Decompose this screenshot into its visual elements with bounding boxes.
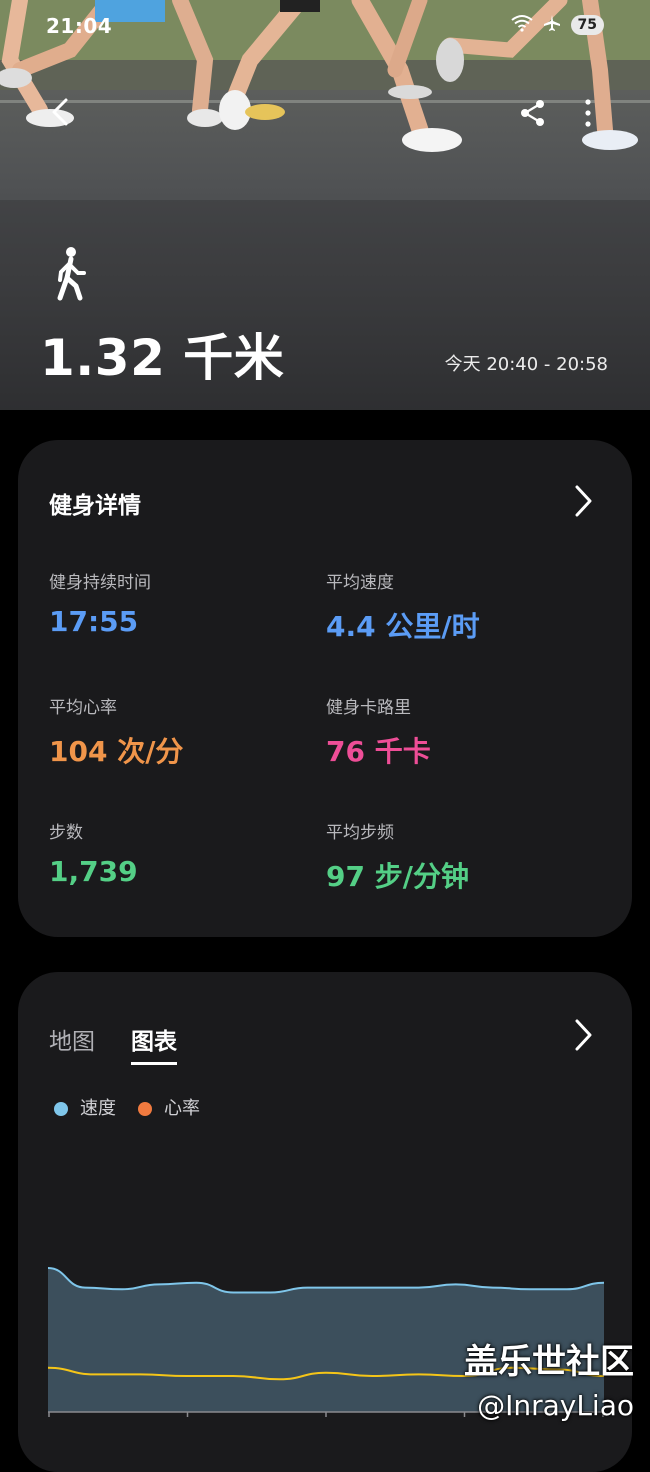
metric-label: 平均心率	[49, 698, 117, 718]
legend-item-heart-rate: 心率	[138, 1094, 200, 1120]
watermark: 盖乐世社区 @InrayLiao	[464, 1334, 634, 1422]
chevron-right-icon	[575, 485, 592, 517]
metric-label: 平均步频	[326, 823, 394, 843]
chevron-right-icon	[575, 1019, 592, 1051]
tab-chart[interactable]: 图表	[131, 1022, 177, 1065]
workout-hero-image: 21:04 75 1.32 千米 今天 20:40 - 20:58	[0, 0, 650, 410]
share-button[interactable]	[518, 98, 548, 128]
legend-label: 心率	[164, 1098, 200, 1119]
metric-label: 平均速度	[326, 573, 394, 593]
status-icons: 75	[510, 14, 604, 36]
metric-value: 17:55	[49, 605, 139, 638]
metric-value: 1,739	[49, 855, 138, 888]
metric-value: 4.4 公里/时	[326, 610, 480, 643]
battery-indicator: 75	[570, 15, 604, 35]
back-button[interactable]	[46, 96, 78, 128]
airplane-mode-icon	[543, 14, 561, 36]
watermark-line1: 盖乐世社区	[464, 1342, 634, 1382]
details-open-button[interactable]	[572, 484, 594, 518]
metric-value: 104 次/分	[49, 735, 184, 768]
back-arrow-icon	[52, 98, 68, 126]
metric-value: 97 步/分钟	[326, 860, 469, 893]
watermark-line2: @InrayLiao	[477, 1389, 634, 1422]
metric-avg-heart-rate: 平均心率 104 次/分	[49, 693, 183, 770]
view-tabs: 地图 图表	[49, 1022, 177, 1065]
metric-avg-speed: 平均速度 4.4 公里/时	[326, 568, 480, 645]
workout-details-card[interactable]: 健身详情 健身持续时间 17:55 平均速度 4.4 公里/时 平均心率 104…	[18, 440, 632, 937]
status-time: 21:04	[46, 14, 113, 38]
metric-label: 步数	[49, 823, 83, 843]
metric-label: 健身持续时间	[49, 573, 151, 593]
legend-dot	[54, 1102, 68, 1116]
workout-time-range: 今天 20:40 - 20:58	[444, 354, 608, 375]
metric-label: 健身卡路里	[326, 698, 411, 718]
metric-calories: 健身卡路里 76 千卡	[326, 693, 431, 770]
metric-avg-cadence: 平均步频 97 步/分钟	[326, 818, 469, 895]
more-vertical-icon	[585, 99, 591, 127]
metric-steps: 步数 1,739	[49, 818, 138, 888]
legend-label: 速度	[80, 1098, 116, 1119]
legend-item-speed: 速度	[54, 1094, 116, 1120]
legend-dot	[138, 1102, 152, 1116]
workout-distance: 1.32 千米	[40, 329, 285, 387]
chart-legend: 速度 心率	[54, 1094, 200, 1120]
more-options-button[interactable]	[578, 98, 598, 128]
wifi-icon	[510, 14, 533, 36]
chart-open-button[interactable]	[572, 1018, 594, 1052]
details-title: 健身详情	[49, 493, 141, 519]
share-icon	[521, 100, 544, 126]
metric-value: 76 千卡	[326, 735, 431, 768]
tab-map[interactable]: 地图	[49, 1022, 95, 1065]
walking-icon	[52, 246, 88, 302]
metric-duration: 健身持续时间 17:55	[49, 568, 151, 638]
